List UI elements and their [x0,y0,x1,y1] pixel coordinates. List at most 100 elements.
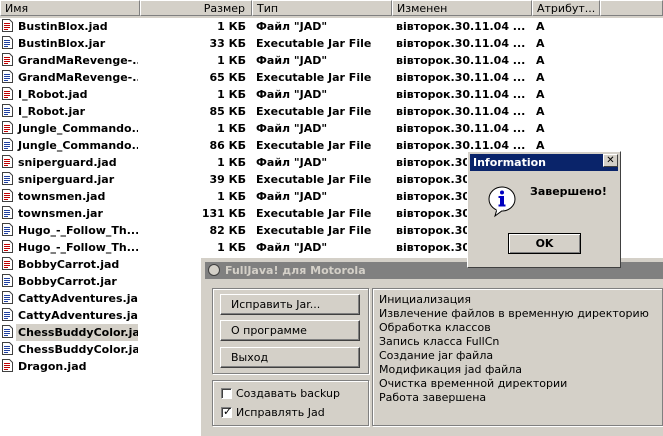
log-line: Инициализация [379,293,471,306]
file-name-cell[interactable]: sniperguard.jar [2,171,138,188]
column-type[interactable]: Тип [252,0,392,16]
table-row[interactable]: BustinBlox.jad 1 КБ Файл "JAD" вівторок.30.… [0,18,663,35]
fulljava-window[interactable]: FullJava! для Motorola Исправить Jar... … [201,258,663,436]
file-name-cell[interactable]: Jungle_Commando... [2,120,138,137]
table-row[interactable]: GrandMaRevenge-... 1 КБ Файл "JAD" вівторок… [0,52,663,69]
file-type: Файл "JAD" [256,20,328,33]
dialog-titlebar[interactable]: Information [470,154,618,171]
jar-file-icon [2,104,13,117]
file-name-cell[interactable]: BustinBlox.jar [2,35,138,52]
file-name: BobbyCarrot.jad [18,258,120,271]
file-type: Файл "JAD" [256,122,328,135]
file-name-cell[interactable]: Hugo_-_Follow_Th... [2,239,138,256]
column-modified[interactable]: Изменен [392,0,532,16]
file-name-cell[interactable]: townsmen.jar [2,205,138,222]
file-name-cell[interactable]: ChessBuddyColor.jar [2,341,138,358]
file-name: I_Robot.jad [18,88,88,101]
exit-button[interactable]: Выход [220,347,360,368]
ok-button[interactable]: OK [508,233,581,254]
file-size: 86 КБ [209,139,246,152]
file-modified: вівторок.30.11.04 ... [396,37,526,50]
column-type-label: Тип [257,2,279,15]
checkbox-box[interactable]: ✓ [221,405,232,418]
log-line: Работа завершена [379,391,487,404]
file-type: Файл "JAD" [256,156,328,169]
file-attributes: A [536,122,545,135]
jar-file-icon [2,36,13,49]
file-size: 131 КБ [201,207,246,220]
file-modified: вівторок.30.11.04 ... [396,88,526,101]
file-name: townsmen.jar [18,207,103,220]
file-name-cell[interactable]: CattyAdventures.jar [2,290,138,307]
file-name-cell[interactable]: Jungle_Commando... [2,137,138,154]
file-size: 1 КБ [217,190,246,203]
jar-file-icon [2,172,13,185]
file-name-cell[interactable]: Dragon.jad [2,358,138,375]
file-type: Файл "JAD" [256,88,328,101]
close-icon[interactable]: ✕ [603,154,618,167]
file-size: 1 КБ [217,156,246,169]
log-line: Создание jar файла [379,349,494,362]
checkbox-label: Создавать backup [236,387,340,400]
file-name: CattyAdventures.jar [18,292,138,305]
app-icon [208,264,220,276]
file-name: I_Robot.jar [18,105,86,118]
file-attributes: A [536,54,545,67]
table-row[interactable]: GrandMaRevenge-... 65 КБ Executable Jar Fi… [0,69,663,86]
jar-file-icon [2,308,13,321]
file-name: BustinBlox.jar [18,37,106,50]
table-row[interactable]: I_Robot.jar 85 КБ Executable Jar File вівто… [0,103,663,120]
file-name: sniperguard.jar [18,173,115,186]
file-name-cell[interactable]: sniperguard.jad [2,154,138,171]
file-attributes: A [536,105,545,118]
file-name-cell[interactable]: GrandMaRevenge-... [2,52,138,69]
file-size: 1 КБ [217,54,246,67]
file-name-cell[interactable]: GrandMaRevenge-... [2,69,138,86]
file-name: ChessBuddyColor.jar [16,324,138,341]
file-type: Executable Jar File [256,139,372,152]
file-size: 82 КБ [209,224,246,237]
file-name: ChessBuddyColor.jar [18,343,138,356]
column-size[interactable]: Размер [140,0,252,16]
fix-jad-checkbox[interactable]: ✓ Исправлять Jad [221,405,325,420]
file-name: BustinBlox.jad [18,20,108,33]
log-line: Модификация jad файла [379,363,523,376]
fix-jar-button[interactable]: Исправить Jar... [220,294,360,315]
jar-file-icon [2,342,13,355]
file-name-cell[interactable]: I_Robot.jad [2,86,138,103]
file-name-cell[interactable]: I_Robot.jar [2,103,138,120]
file-name: CattyAdventures.jar [18,309,138,322]
column-header: Имя Размер Тип Изменен Атрибут... [0,0,663,18]
information-dialog[interactable]: Information ✕ Завершено! OK [467,151,621,268]
file-name-cell[interactable]: CattyAdventures.jar [2,307,138,324]
log-line: Запись класса FullCn [379,335,500,348]
file-name-cell[interactable]: ChessBuddyColor.jar [2,324,138,341]
file-modified: вівторок.30.11.04 ... [396,20,526,33]
jar-file-icon [2,70,13,83]
file-name-cell[interactable]: townsmen.jad [2,188,138,205]
checkbox-box[interactable] [221,388,232,399]
jar-file-icon [2,325,13,338]
file-name-cell[interactable]: BustinBlox.jad [2,18,138,35]
table-row[interactable]: BustinBlox.jar 33 КБ Executable Jar File ві… [0,35,663,52]
file-name: Hugo_-_Follow_Th... [18,224,138,237]
column-attributes[interactable]: Атрибут... [532,0,600,16]
file-modified: вівторок.30.11.04 ... [396,54,526,67]
table-row[interactable]: Jungle_Commando... 1 КБ Файл "JAD" вівторок… [0,120,663,137]
about-button[interactable]: О программе [220,320,360,341]
table-row[interactable]: I_Robot.jad 1 КБ Файл "JAD" вівторок.30.11.… [0,86,663,103]
file-name: GrandMaRevenge-... [18,54,138,67]
log-line: Обработка классов [379,321,491,334]
file-size: 1 КБ [217,241,246,254]
log-panel: Инициализация Извлечение файлов в временн… [372,288,663,426]
file-attributes: A [536,37,545,50]
column-name[interactable]: Имя [0,0,140,16]
log-line: Извлечение файлов в временную директорию [379,307,649,320]
file-name: sniperguard.jad [18,156,117,169]
file-name-cell[interactable]: BobbyCarrot.jar [2,273,138,290]
file-name-cell[interactable]: BobbyCarrot.jad [2,256,138,273]
file-attributes: A [536,71,545,84]
create-backup-checkbox[interactable]: Создавать backup [221,387,340,401]
info-icon [486,184,518,221]
file-name-cell[interactable]: Hugo_-_Follow_Th... [2,222,138,239]
